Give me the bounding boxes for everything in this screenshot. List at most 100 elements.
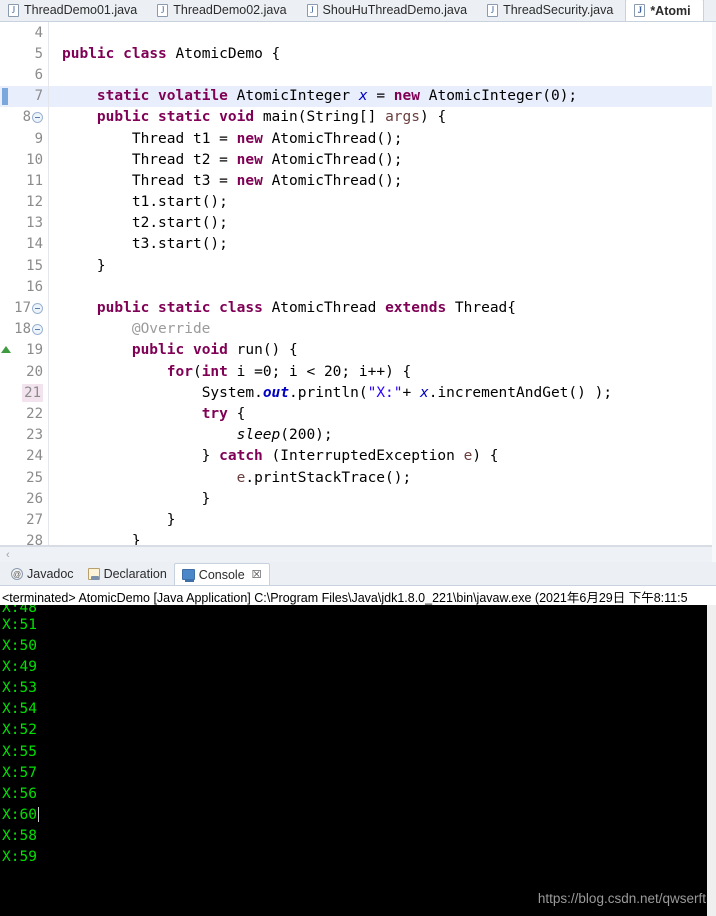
gutter-separator: [48, 339, 58, 361]
editor-tab-1[interactable]: ThreadDemo01.java: [0, 0, 149, 21]
gutter-separator: [48, 22, 58, 44]
editor-tab-4[interactable]: ThreadSecurity.java: [479, 0, 625, 21]
bottom-tab-javadoc[interactable]: @ Javadoc: [4, 563, 81, 585]
close-icon[interactable]: ☒: [252, 568, 262, 581]
code-text: static volatile AtomicInteger x = new At…: [96, 88, 578, 105]
scroll-left-arrow-icon[interactable]: ‹: [6, 549, 10, 561]
editor-marker-column: [0, 192, 10, 213]
line-number: 26: [26, 490, 43, 507]
gutter-separator: [48, 318, 58, 340]
bottom-tab-declaration[interactable]: Declaration: [81, 563, 174, 585]
line-number-gutter: 17: [10, 300, 48, 316]
editor-marker-column: [0, 22, 10, 43]
bottom-tab-console[interactable]: Console ☒: [173, 563, 270, 585]
line-number-gutter: 6: [10, 67, 48, 83]
gutter-separator: [48, 106, 58, 128]
line-number: 28: [26, 533, 43, 546]
code-line[interactable]: 14 t3.start();: [0, 233, 712, 256]
console-output-text: X:57: [2, 764, 37, 781]
code-line[interactable]: 13 t2.start();: [0, 212, 712, 234]
code-line[interactable]: 18 @Override: [0, 318, 712, 340]
gutter-separator: [48, 466, 58, 489]
code-line[interactable]: 5 public class AtomicDemo {: [0, 43, 712, 65]
code-line[interactable]: 22 try {: [0, 403, 712, 425]
code-line[interactable]: 8 public static void main(String[] args)…: [0, 106, 712, 128]
fold-collapse-icon[interactable]: [32, 112, 43, 124]
fold-collapse-icon[interactable]: [32, 324, 43, 336]
console-output-text: X:59: [2, 849, 37, 866]
editor-marker-column: [0, 382, 10, 403]
line-number-gutter: 14: [10, 236, 48, 252]
line-number-gutter: 25: [10, 470, 48, 486]
code-line[interactable]: 20 for(int i =0; i < 20; i++) {: [0, 361, 712, 383]
editor-marker-column: [0, 255, 10, 276]
code-text: public static class AtomicThread extends…: [96, 300, 517, 317]
console-output[interactable]: X:48 X:51 X:50 X:49 X:53 X:54 X:52 X:55 X:57 X:56…: [0, 605, 716, 916]
code-line[interactable]: 21 System.out.println("X:"+ x.incrementA…: [0, 382, 712, 404]
code-line[interactable]: 4: [0, 22, 712, 44]
code-line[interactable]: 9 Thread t1 = new AtomicThread();: [0, 127, 712, 150]
code-text: }: [62, 511, 176, 528]
editor-marker-column: [0, 170, 10, 191]
gutter-separator: [48, 424, 58, 446]
console-vertical-scrollbar[interactable]: [707, 605, 716, 916]
line-number: 19: [26, 342, 43, 359]
editor-tab-5[interactable]: *Atomi: [625, 0, 704, 21]
code-line[interactable]: 25 e.printStackTrace();: [0, 466, 712, 489]
editor-marker-column: [0, 446, 10, 467]
code-line[interactable]: 7 static volatile AtomicInteger x = new …: [0, 85, 712, 107]
current-line-marker-icon: [2, 87, 8, 105]
bottom-tab-label: Javadoc: [27, 567, 74, 581]
line-number: 11: [26, 172, 43, 189]
code-line[interactable]: 19 public void run() {: [0, 339, 712, 361]
console-output-text: X:55: [2, 743, 37, 760]
line-number: 18: [14, 321, 31, 338]
code-text: System.out.println("X:"+ x.incrementAndG…: [201, 384, 613, 401]
line-number-gutter: 21: [10, 383, 48, 402]
code-line[interactable]: 11 Thread t3 = new AtomicThread();: [0, 170, 712, 192]
code-line[interactable]: 12 t1.start();: [0, 191, 712, 213]
line-number-gutter: 19: [10, 342, 48, 358]
editor-marker-column: [0, 107, 10, 128]
editor-marker-column: [0, 467, 10, 488]
editor-horizontal-scrollbar[interactable]: ‹: [0, 546, 712, 562]
console-output-line: X:58: [2, 826, 716, 847]
code-line[interactable]: 6: [0, 64, 712, 86]
code-line[interactable]: 26 }: [0, 488, 712, 510]
editor-marker-column: [0, 340, 11, 361]
java-file-icon: [157, 3, 169, 17]
gutter-separator: [48, 191, 58, 213]
code-line[interactable]: 24 } catch (InterruptedException e) {: [0, 445, 712, 467]
java-source-editor[interactable]: 4 5 public class AtomicDemo { 6 7 static vol…: [0, 22, 712, 546]
line-number: 8: [22, 109, 31, 126]
fold-collapse-icon[interactable]: [32, 303, 43, 315]
editor-tab-3[interactable]: ShouHuThreadDemo.java: [299, 0, 480, 21]
console-icon: [181, 569, 195, 582]
code-line[interactable]: 17 public static class AtomicThread exte…: [0, 297, 712, 319]
gutter-separator: [48, 276, 58, 298]
editor-tab-bar: ThreadDemo01.java ThreadDemo02.java ShouHu…: [0, 0, 716, 22]
code-line[interactable]: 23 sleep(200);: [0, 424, 712, 446]
line-number-gutter: 12: [10, 194, 48, 210]
code-line[interactable]: 10 Thread t2 = new AtomicThread();: [0, 149, 712, 171]
console-output-line: X:56: [2, 784, 716, 805]
line-number-gutter: 26: [10, 491, 48, 507]
editor-tab-2[interactable]: ThreadDemo02.java: [149, 0, 298, 21]
console-output-line: X:60: [2, 805, 716, 826]
gutter-separator: [48, 445, 58, 467]
code-line[interactable]: 16: [0, 276, 712, 298]
eclipse-ide-window: ThreadDemo01.java ThreadDemo02.java ShouHu…: [0, 0, 716, 916]
editor-marker-column: [0, 403, 10, 424]
line-number-gutter: 22: [10, 406, 48, 422]
code-text: sleep(200);: [236, 427, 333, 444]
code-line[interactable]: 28 }: [0, 530, 712, 546]
line-number: 24: [26, 448, 43, 465]
code-line[interactable]: 27 }: [0, 509, 712, 531]
watermark-url: https://blog.csdn.net/qwserft: [537, 891, 706, 906]
line-number-gutter: 8: [10, 109, 48, 125]
line-number-gutter: 27: [10, 512, 48, 528]
editor-marker-column: [0, 213, 10, 234]
line-number: 25: [26, 469, 43, 486]
code-line[interactable]: 15 }: [0, 255, 712, 277]
line-number-gutter: 16: [10, 279, 48, 295]
